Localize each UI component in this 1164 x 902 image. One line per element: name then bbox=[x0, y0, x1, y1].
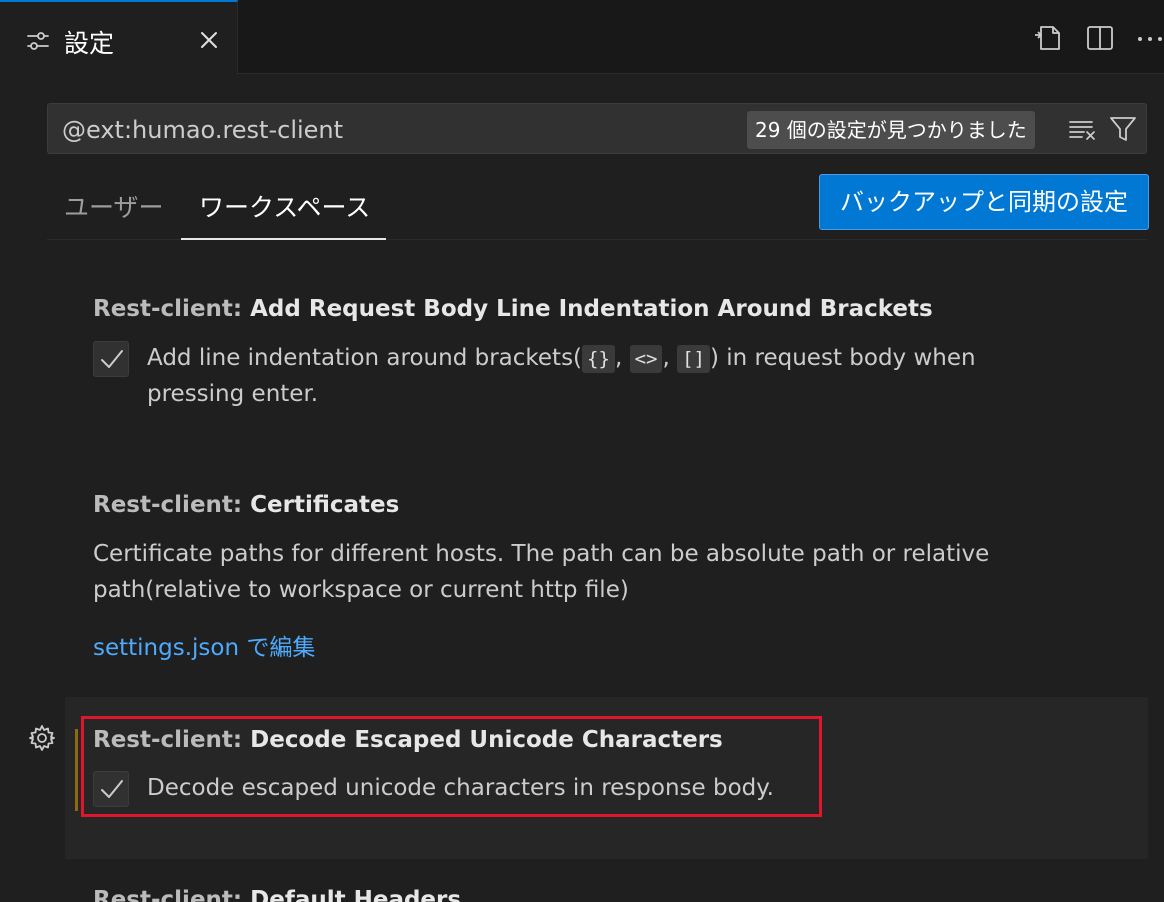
setting-item-decode-unicode: Rest-client: Decode Escaped Unicode Char… bbox=[65, 697, 1148, 859]
setting-name: Default Headers bbox=[250, 887, 462, 902]
setting-name: Certificates bbox=[250, 492, 400, 518]
gear-icon[interactable] bbox=[27, 723, 57, 753]
code-curly-brackets: {} bbox=[582, 345, 615, 373]
clear-filter-icon[interactable] bbox=[1068, 116, 1098, 142]
separator-text: , bbox=[662, 345, 678, 371]
setting-category: Rest-client: bbox=[93, 492, 251, 518]
setting-description: Add line indentation around brackets({},… bbox=[147, 340, 1047, 412]
setting-item-bracket-indentation: Rest-client: Add Request Body Line Inden… bbox=[65, 270, 1148, 470]
tab-user[interactable]: ユーザー bbox=[64, 188, 164, 238]
setting-description: Decode escaped unicode characters in res… bbox=[147, 775, 774, 801]
setting-item-certificates: Rest-client: Certificates Certificate pa… bbox=[65, 470, 1148, 695]
backup-sync-settings-button[interactable]: バックアップと同期の設定 bbox=[819, 174, 1149, 230]
setting-title: Rest-client: Default Headers bbox=[93, 887, 461, 902]
decode-unicode-checkbox[interactable] bbox=[93, 771, 129, 807]
description-text: Add line indentation around brackets( bbox=[147, 345, 583, 371]
setting-category: Rest-client: bbox=[93, 727, 251, 753]
bracket-indentation-checkbox[interactable] bbox=[93, 341, 129, 377]
search-result-count-badge: 29 個の設定が見つかりました bbox=[747, 111, 1035, 149]
setting-description: Certificate paths for different hosts. T… bbox=[93, 541, 990, 603]
code-angle-brackets: <> bbox=[629, 345, 663, 373]
tab-title: 設定 bbox=[64, 29, 115, 58]
setting-item-default-headers: Rest-client: Default Headers bbox=[65, 859, 1148, 902]
settings-tab[interactable]: 設定 bbox=[0, 0, 238, 74]
modified-indicator bbox=[75, 729, 78, 811]
tab-workspace[interactable]: ワークスペース bbox=[181, 188, 387, 240]
filter-icon[interactable] bbox=[1108, 114, 1138, 144]
editor-tab-bar: 設定 bbox=[0, 0, 1164, 74]
setting-title: Rest-client: Certificates bbox=[93, 492, 399, 518]
setting-category: Rest-client: bbox=[93, 887, 251, 902]
setting-title: Rest-client: Decode Escaped Unicode Char… bbox=[93, 727, 723, 753]
setting-title: Rest-client: Add Request Body Line Inden… bbox=[93, 296, 933, 322]
setting-name: Add Request Body Line Indentation Around… bbox=[250, 296, 933, 322]
open-settings-json-icon[interactable] bbox=[1032, 22, 1064, 54]
separator-text: , bbox=[614, 345, 630, 371]
setting-name: Decode Escaped Unicode Characters bbox=[250, 727, 723, 753]
settings-search-input[interactable]: @ext:humao.rest-client 29 個の設定が見つかりました bbox=[47, 103, 1147, 154]
settings-scope-tabs: ユーザー ワークスペース バックアップと同期の設定 bbox=[47, 170, 1149, 240]
checkmark-icon bbox=[101, 780, 123, 798]
close-icon[interactable] bbox=[196, 27, 222, 53]
edit-in-settings-json-link[interactable]: settings.json で編集 bbox=[93, 628, 315, 662]
settings-sliders-icon bbox=[27, 32, 49, 50]
code-square-brackets: [] bbox=[677, 345, 710, 373]
setting-category: Rest-client: bbox=[93, 296, 251, 322]
split-editor-icon[interactable] bbox=[1084, 22, 1116, 54]
more-actions-icon[interactable] bbox=[1134, 22, 1164, 54]
checkmark-icon bbox=[101, 350, 123, 368]
search-value[interactable]: @ext:humao.rest-client bbox=[62, 116, 343, 144]
